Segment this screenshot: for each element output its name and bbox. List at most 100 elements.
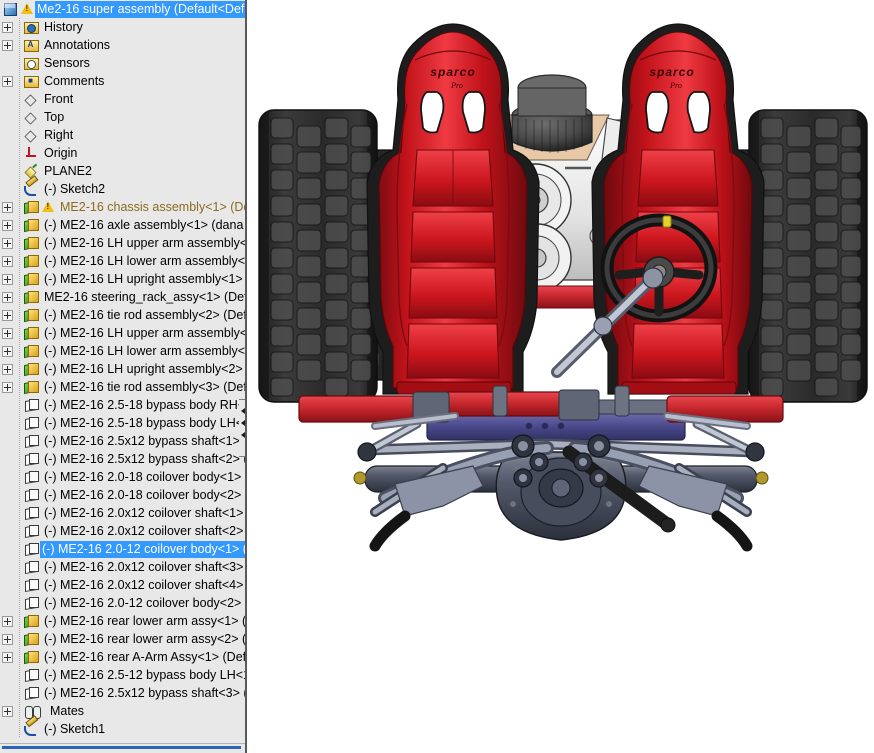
expand-toggle-icon[interactable] xyxy=(2,364,13,375)
flyout-arrow-icon[interactable] xyxy=(241,420,245,426)
tree-item[interactable]: History xyxy=(0,18,245,36)
flyout-arrow-icon[interactable] xyxy=(241,408,245,414)
tree-item[interactable]: (-) ME2-16 LH upper arm assembly<2 xyxy=(0,324,245,342)
tree-item[interactable]: Top xyxy=(0,108,245,126)
expand-toggle-icon[interactable] xyxy=(2,76,13,87)
expand-toggle-icon[interactable] xyxy=(2,274,13,285)
tree-item[interactable]: ME2-16 chassis assembly<1> (Defa xyxy=(0,198,245,216)
tree-item[interactable]: Me2-16 super assembly (Default<Defa xyxy=(0,0,245,18)
tree-item-label: (-) ME2-16 2.0-18 coilover body<1> (D xyxy=(42,469,245,486)
tree-item[interactable]: (-) ME2-16 2.5x12 bypass shaft<2> (De xyxy=(0,450,245,468)
bypass-shock-left xyxy=(299,396,417,422)
tree-item-label: (-) ME2-16 LH upright assembly<2> ( xyxy=(42,361,245,378)
tree-flyout-edge[interactable] xyxy=(239,399,247,457)
flyout-arrow-icon[interactable] xyxy=(241,432,245,438)
tree-horizontal-scrollbar[interactable] xyxy=(0,743,245,753)
expand-toggle-icon[interactable] xyxy=(2,634,13,645)
tree-item[interactable]: (-) ME2-16 2.5-18 bypass body LH<1> xyxy=(0,414,245,432)
expand-toggle-icon[interactable] xyxy=(2,22,13,33)
tree-item[interactable]: (-) ME2-16 2.5-18 bypass body RH<1> xyxy=(0,396,245,414)
part-icon xyxy=(23,577,39,593)
tree-connector-line xyxy=(15,324,23,342)
tree-item[interactable]: Sensors xyxy=(0,54,245,72)
assembly-icon xyxy=(23,235,39,251)
tree-item-label: (-) Sketch2 xyxy=(42,181,108,198)
expand-toggle-icon[interactable] xyxy=(2,706,13,717)
tree-item[interactable]: (-) Sketch2 xyxy=(0,180,245,198)
tree-connector-line xyxy=(15,126,23,144)
tree-item[interactable]: (-) ME2-16 LH upright assembly<2> ( xyxy=(0,360,245,378)
tree-item[interactable]: (-) ME2-16 LH upper arm assembly<1 xyxy=(0,234,245,252)
tree-item-label: Sensors xyxy=(42,55,93,72)
tree-item[interactable]: Right xyxy=(0,126,245,144)
tree-item[interactable]: (-) ME2-16 2.0x12 coilover shaft<1> (D xyxy=(0,504,245,522)
tree-item-label: ME2-16 steering_rack_assy<1> (Defau xyxy=(42,289,245,306)
tree-item-label: (-) ME2-16 2.5-18 bypass body LH<1> xyxy=(42,415,245,432)
tree-scroll-area[interactable]: Me2-16 super assembly (Default<DefaHisto… xyxy=(0,0,245,744)
tree-item-label: (-) ME2-16 2.0x12 coilover shaft<2> (D xyxy=(42,523,245,540)
tree-item[interactable]: (-) Sketch1 xyxy=(0,720,245,738)
tree-item[interactable]: (-) ME2-16 2.0-18 coilover body<1> (D xyxy=(0,468,245,486)
tree-item[interactable]: AAnnotations xyxy=(0,36,245,54)
tree-item-label: (-) ME2-16 rear A-Arm Assy<1> (Defau xyxy=(42,649,245,666)
assembly-root-icon xyxy=(2,1,18,17)
tree-item[interactable]: (-) ME2-16 2.0x12 coilover shaft<4> (D xyxy=(0,576,245,594)
tree-item[interactable]: Front xyxy=(0,90,245,108)
tree-item[interactable]: (-) ME2-16 tie rod assembly<2> (Defau xyxy=(0,306,245,324)
tree-item-label: History xyxy=(42,19,86,36)
tree-item[interactable]: (-) ME2-16 2.5x12 bypass shaft<1> (De xyxy=(0,432,245,450)
tree-connector-line xyxy=(15,432,23,450)
expand-toggle-icon[interactable] xyxy=(2,292,13,303)
expand-toggle-icon[interactable] xyxy=(2,652,13,663)
tree-connector-line xyxy=(15,108,23,126)
tree-item[interactable]: (-) ME2-16 rear A-Arm Assy<1> (Defau xyxy=(0,648,245,666)
tree-indent-spacer xyxy=(2,436,13,447)
tree-item[interactable]: ME2-16 steering_rack_assy<1> (Defau xyxy=(0,288,245,306)
tree-item[interactable]: (-) ME2-16 2.0-12 coilover body<1> (D xyxy=(0,540,245,558)
tree-indent-spacer xyxy=(2,166,13,177)
warning-icon xyxy=(42,199,55,215)
expand-toggle-icon[interactable] xyxy=(2,202,13,213)
expand-toggle-icon[interactable] xyxy=(2,382,13,393)
expand-toggle-icon[interactable] xyxy=(2,40,13,51)
tree-item[interactable]: (-) ME2-16 2.0-12 coilover body<2> (D xyxy=(0,594,245,612)
tree-item[interactable]: (-) ME2-16 2.0-18 coilover body<2> (D xyxy=(0,486,245,504)
tree-item[interactable]: (-) ME2-16 LH upright assembly<1> ( xyxy=(0,270,245,288)
tree-item[interactable]: (-) ME2-16 2.0x12 coilover shaft<3> (D xyxy=(0,558,245,576)
tree-item[interactable]: (-) ME2-16 LH lower arm assembly<1: xyxy=(0,252,245,270)
tree-item-label: Mates xyxy=(48,703,87,720)
tree-item[interactable]: (-) ME2-16 rear lower arm assy<1> (D xyxy=(0,612,245,630)
tree-item-label: PLANE2 xyxy=(42,163,95,180)
tree-item-label: Me2-16 super assembly (Default<Defa xyxy=(35,1,245,18)
tree-indent-spacer xyxy=(2,544,13,555)
expand-toggle-icon[interactable] xyxy=(2,238,13,249)
sketch-icon xyxy=(23,721,39,737)
expand-toggle-icon[interactable] xyxy=(2,256,13,267)
graphics-viewport[interactable]: sparco Pro xyxy=(247,0,874,753)
tree-item-label: (-) ME2-16 2.0x12 coilover shaft<4> (D xyxy=(42,577,245,594)
tree-item[interactable]: (-) ME2-16 tie rod assembly<3> (Defau xyxy=(0,378,245,396)
tree-item[interactable]: (-) ME2-16 rear lower arm assy<2> (D xyxy=(0,630,245,648)
tree-item[interactable]: (-) ME2-16 2.5x12 bypass shaft<3> (De xyxy=(0,684,245,702)
tree-item[interactable]: (-) ME2-16 2.5-12 bypass body LH<1> xyxy=(0,666,245,684)
tree-item[interactable]: (-) ME2-16 axle assembly<1> (dana 60 xyxy=(0,216,245,234)
expand-toggle-icon[interactable] xyxy=(2,310,13,321)
expand-toggle-icon[interactable] xyxy=(2,328,13,339)
assembly-icon xyxy=(23,613,39,629)
assembly-icon xyxy=(23,307,39,323)
tree-item-label: (-) ME2-16 rear lower arm assy<1> (D xyxy=(42,613,245,630)
tree-item[interactable]: (-) ME2-16 2.0x12 coilover shaft<2> (D xyxy=(0,522,245,540)
expand-toggle-icon[interactable] xyxy=(2,616,13,627)
tree-connector-line xyxy=(15,18,23,36)
feature-manager-tree-panel[interactable]: Me2-16 super assembly (Default<DefaHisto… xyxy=(0,0,247,753)
tree-indent-spacer xyxy=(2,526,13,537)
tree-connector-line xyxy=(15,486,23,504)
expand-toggle-icon[interactable] xyxy=(2,346,13,357)
tree-item-label: (-) ME2-16 2.0x12 coilover shaft<1> (D xyxy=(42,505,245,522)
tree-item[interactable]: Origin xyxy=(0,144,245,162)
tree-item[interactable]: ■Comments xyxy=(0,72,245,90)
tree-connector-line xyxy=(15,594,23,612)
part-icon xyxy=(23,667,39,683)
tree-item[interactable]: (-) ME2-16 LH lower arm assembly<2: xyxy=(0,342,245,360)
expand-toggle-icon[interactable] xyxy=(2,220,13,231)
